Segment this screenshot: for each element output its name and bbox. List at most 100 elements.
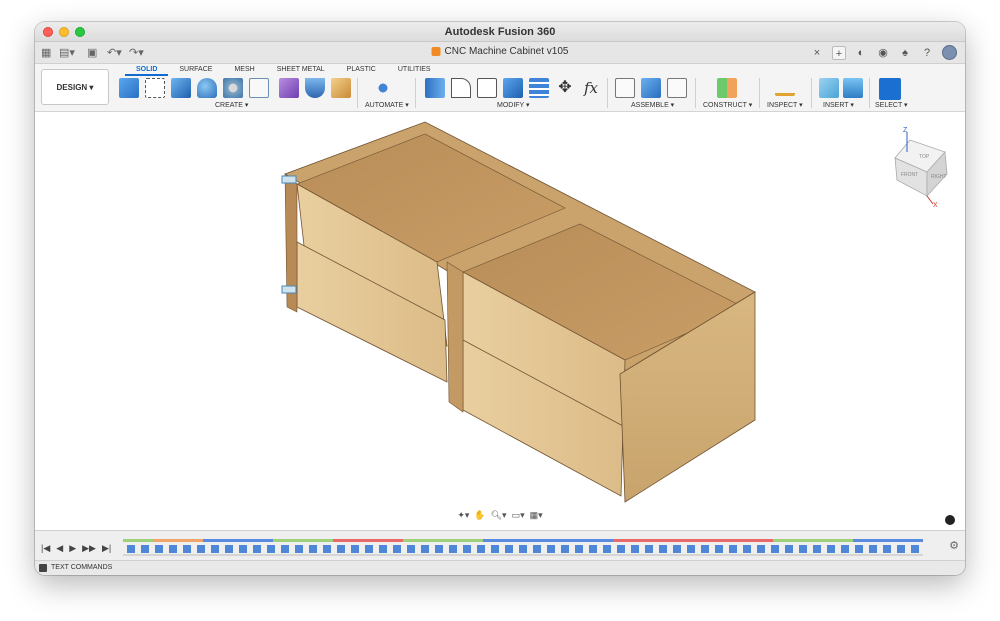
viewcube-top-label: TOP <box>919 154 930 160</box>
assemble-group-label[interactable]: ASSEMBLE ▾ <box>631 101 674 109</box>
redo-icon[interactable]: ↷▾ <box>129 46 144 60</box>
display-icon[interactable]: ▭▾ <box>512 510 525 521</box>
job-status-icon[interactable]: ◉ <box>876 46 890 60</box>
select-icon[interactable] <box>879 78 901 100</box>
create-group-label[interactable]: CREATE ▾ <box>215 101 248 109</box>
text-commands-bar[interactable]: TEXT COMMANDS <box>35 560 965 575</box>
workspace-switcher-button[interactable]: DESIGN ▾ <box>41 69 109 105</box>
z-axis-label: Z <box>903 127 908 134</box>
navigation-bar: ✦▾ ✋ 🔍︎▾ ▭▾ ▦▾ <box>457 510 542 521</box>
document-cube-icon <box>431 47 441 56</box>
chamfer-icon[interactable] <box>477 78 497 98</box>
timeline-last-icon[interactable]: ▶| <box>102 543 111 554</box>
tab-mesh[interactable]: MESH <box>223 64 265 76</box>
document-tab[interactable]: CNC Machine Cabinet v105 <box>431 46 569 57</box>
separator <box>415 78 416 108</box>
canvas-viewport[interactable]: TOP FRONT RIGHT Z X ✦▾ ✋ 🔍︎▾ ▭▾ ▦▾ <box>35 112 965 530</box>
timeline-features[interactable] <box>123 537 923 557</box>
undo-icon[interactable]: ↶▾ <box>107 46 122 60</box>
new-joint-icon[interactable] <box>615 78 635 98</box>
separator <box>607 78 608 108</box>
orbit-icon[interactable]: ✦▾ <box>457 510 469 521</box>
separator <box>811 78 812 108</box>
viewcube-right-label: RIGHT <box>931 174 947 180</box>
zoom-window-button[interactable] <box>75 27 85 37</box>
model-canvas[interactable]: TOP FRONT RIGHT Z X <box>35 112 965 530</box>
modify-group-label[interactable]: MODIFY ▾ <box>497 101 530 109</box>
user-avatar[interactable] <box>942 45 957 60</box>
joint-origin-icon[interactable] <box>667 78 687 98</box>
separator <box>869 78 870 108</box>
new-component-icon[interactable] <box>119 78 139 98</box>
selection-marker-bottom[interactable] <box>281 285 297 294</box>
minimize-window-button[interactable] <box>59 27 69 37</box>
workspace-tabs: SOLID SURFACE MESH SHEET METAL PLASTIC U… <box>125 64 442 76</box>
zoom-icon[interactable]: 🔍︎▾ <box>491 510 507 521</box>
timeline-play-icon[interactable]: ▶ <box>69 543 76 554</box>
ribbon-toolbar: DESIGN ▾ SOLID SURFACE MESH SHEET METAL … <box>35 64 965 112</box>
press-pull-icon[interactable] <box>425 78 445 98</box>
measure-icon[interactable] <box>775 84 795 96</box>
extensions-icon[interactable]: ◐ <box>854 46 868 60</box>
select-group-label[interactable]: SELECT ▾ <box>875 101 908 109</box>
cabinet-divider <box>446 261 464 413</box>
automate-icon[interactable] <box>373 78 393 98</box>
offset-plane-icon[interactable] <box>717 78 737 98</box>
tab-sheet-metal[interactable]: SHEET METAL <box>266 64 336 76</box>
inspect-group-label[interactable]: INSPECT ▾ <box>767 101 803 109</box>
tips-badge-icon[interactable] <box>945 515 955 525</box>
title-bar: Autodesk Fusion 360 <box>35 22 965 42</box>
tab-solid[interactable]: SOLID <box>125 64 169 76</box>
derive-icon[interactable] <box>279 78 299 98</box>
pan-icon[interactable]: ✋ <box>474 510 485 521</box>
document-tab-title: CNC Machine Cabinet v105 <box>444 46 569 57</box>
insert-derive-icon[interactable] <box>819 78 839 98</box>
file-menu-icon[interactable]: ▤▾ <box>59 46 75 60</box>
separator <box>759 78 760 108</box>
parameters-icon[interactable]: fx <box>581 78 601 98</box>
insert-canvas-icon[interactable] <box>843 78 863 98</box>
timeline-prev-icon[interactable]: ◀ <box>56 543 63 554</box>
shell-icon[interactable] <box>305 78 325 98</box>
tab-plastic[interactable]: PLASTIC <box>336 64 387 76</box>
viewcube-front-label: FRONT <box>901 172 918 178</box>
header-right-icons: × + ◐ ◉ ♠ ? <box>810 45 957 60</box>
grid-icon[interactable]: ▦▾ <box>530 510 543 521</box>
extrude-icon[interactable] <box>171 78 191 98</box>
help-icon[interactable]: ? <box>920 46 934 60</box>
insert-group-label[interactable]: INSERT ▾ <box>823 101 854 109</box>
timeline-settings-icon[interactable]: ⚙ <box>949 539 959 552</box>
decal-icon[interactable] <box>331 78 351 98</box>
fillet-icon[interactable] <box>451 78 471 98</box>
create-sketch-icon[interactable] <box>145 78 165 98</box>
construct-group-label[interactable]: CONSTRUCT ▾ <box>703 101 752 109</box>
text-commands-icon <box>39 564 47 572</box>
tab-utilities[interactable]: UTILITIES <box>387 64 442 76</box>
timeline-controls: |◀ ◀ ▶ ▶▶ ▶| <box>41 543 111 554</box>
viewcube[interactable]: TOP FRONT RIGHT Z X <box>894 127 948 209</box>
notifications-icon[interactable]: ♠ <box>898 46 912 60</box>
window-title: Autodesk Fusion 360 <box>444 26 556 38</box>
timeline-next-icon[interactable]: ▶▶ <box>82 543 96 554</box>
as-built-joint-icon[interactable] <box>641 78 661 98</box>
offset-face-icon[interactable] <box>529 78 549 98</box>
timeline-first-icon[interactable]: |◀ <box>41 543 50 554</box>
revolve-icon[interactable] <box>197 78 217 98</box>
rectangular-pattern-icon[interactable] <box>249 78 269 98</box>
tab-surface[interactable]: SURFACE <box>168 64 223 76</box>
separator <box>357 78 358 108</box>
save-icon[interactable]: ▣ <box>87 46 97 60</box>
new-tab-button[interactable]: + <box>832 45 846 60</box>
timeline: |◀ ◀ ▶ ▶▶ ▶| ⚙ <box>35 530 965 560</box>
combine-icon[interactable] <box>503 78 523 98</box>
hole-icon[interactable] <box>223 78 243 98</box>
move-icon[interactable]: ✥ <box>555 78 575 98</box>
document-tab-bar: ▦ ▤▾ ▣ ↶▾ ↷▾ CNC Machine Cabinet v105 × … <box>35 42 965 64</box>
automate-group-label[interactable]: AUTOMATE ▾ <box>365 101 409 109</box>
selection-marker-top[interactable] <box>281 175 297 184</box>
close-window-button[interactable] <box>43 27 53 37</box>
grid-apps-icon[interactable]: ▦ <box>41 46 51 60</box>
app-window: Autodesk Fusion 360 ▦ ▤▾ ▣ ↶▾ ↷▾ CNC Mac… <box>35 22 965 575</box>
separator <box>695 78 696 108</box>
close-tab-icon[interactable]: × <box>810 46 824 60</box>
